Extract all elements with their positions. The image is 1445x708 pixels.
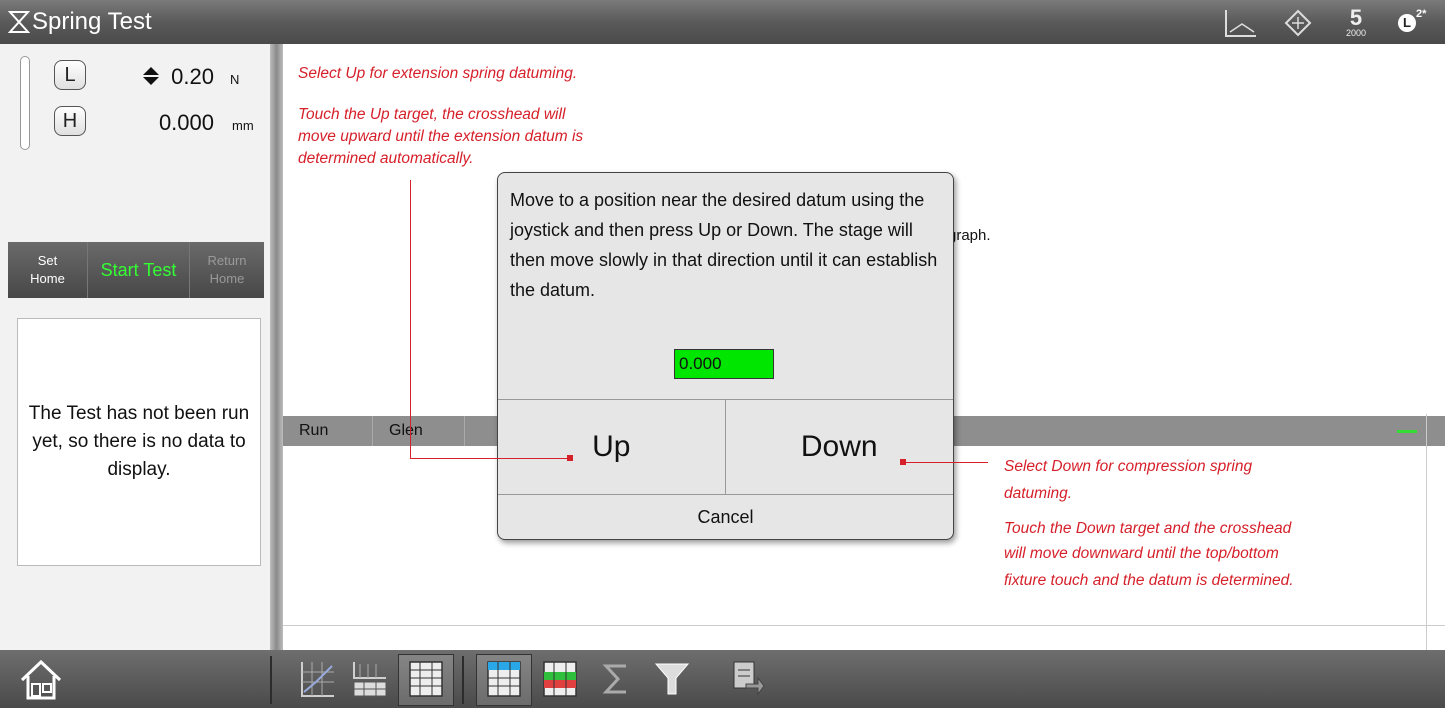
down-annotation-line xyxy=(904,462,988,463)
app-window: Spring Test 5 2000 L 2* L 0.20 N H 0.000… xyxy=(0,0,1445,708)
height-unit: mm xyxy=(232,118,254,133)
load-unit: N xyxy=(230,72,240,87)
left-panel: L 0.20 N H 0.000 mm Set Home Start Test R… xyxy=(0,44,270,650)
s2000-icon[interactable]: 5 2000 xyxy=(1344,7,1368,39)
height-button[interactable]: H xyxy=(54,106,86,136)
filter-icon[interactable] xyxy=(652,658,692,700)
return-home-button[interactable]: Return Home xyxy=(190,242,264,298)
down-annotation-title-2: datuming. xyxy=(1004,485,1073,502)
target-icon[interactable] xyxy=(1284,8,1312,38)
grid-divider xyxy=(1426,414,1427,650)
up-annotation-line-3: determined automatically. xyxy=(298,150,474,167)
up-annotation-line-vertical xyxy=(410,180,411,458)
down-annotation-line-3: fixture touch and the datum is determine… xyxy=(1004,572,1294,589)
column-glen[interactable]: Glen xyxy=(373,416,465,446)
start-test-button[interactable]: Start Test xyxy=(88,242,190,298)
direction-buttons: Up Down xyxy=(498,399,953,495)
toolbar-divider xyxy=(270,656,272,704)
up-annotation-line-horizontal xyxy=(410,458,570,459)
load-value: 0.20 xyxy=(171,64,214,89)
up-annotation-title: Select Up for extension spring datuming. xyxy=(298,65,578,82)
load-button[interactable]: L xyxy=(54,60,86,90)
status-indicator xyxy=(1397,430,1417,433)
bottom-toolbar xyxy=(0,650,1445,708)
datum-dialog: Move to a position near the desired datu… xyxy=(497,172,954,540)
down-button[interactable]: Down xyxy=(726,400,954,494)
panel-splitter[interactable] xyxy=(270,44,283,650)
sigma-icon[interactable] xyxy=(596,658,636,700)
hourglass-icon xyxy=(8,11,30,33)
down-annotation-line-1: Touch the Down target and the crosshead xyxy=(1004,520,1292,537)
up-annotation-line-2: move upward until the extension datum is xyxy=(298,128,584,145)
toolbar-divider xyxy=(462,656,464,704)
cancel-button[interactable]: Cancel xyxy=(498,495,953,539)
results-table-icon[interactable] xyxy=(484,658,524,700)
up-annotation-dot xyxy=(567,455,573,461)
set-home-button[interactable]: Set Home xyxy=(8,242,88,298)
l2-badge-icon[interactable]: L 2* xyxy=(1398,8,1430,38)
column-run[interactable]: Run xyxy=(283,416,373,446)
up-annotation-line-1: Touch the Up target, the crosshead will xyxy=(298,106,566,123)
home-test-button-row: Set Home Start Test Return Home xyxy=(8,242,264,298)
down-annotation-line-2: will move downward until the top/bottom xyxy=(1004,545,1279,562)
home-icon[interactable] xyxy=(18,658,64,702)
position-value-field[interactable]: 0.000 xyxy=(674,349,774,379)
graph-icon[interactable] xyxy=(298,658,338,700)
height-value: 0.000 xyxy=(158,110,214,135)
table-icon[interactable] xyxy=(406,658,446,700)
axes-icon[interactable] xyxy=(1222,8,1258,38)
vertical-slider[interactable] xyxy=(20,56,30,150)
down-annotation-title-1: Select Down for compression spring xyxy=(1004,458,1253,475)
title-bar: Spring Test 5 2000 L 2* xyxy=(0,0,1445,44)
up-down-arrow-icon[interactable] xyxy=(142,66,160,86)
color-table-icon[interactable] xyxy=(540,658,580,700)
export-icon[interactable] xyxy=(726,658,766,700)
no-data-message: The Test has not been run yet, so there … xyxy=(17,318,261,566)
dialog-message: Move to a position near the desired datu… xyxy=(510,190,938,300)
window-title: Spring Test xyxy=(32,8,152,35)
up-button[interactable]: Up xyxy=(498,400,726,494)
graph-table-icon[interactable] xyxy=(350,658,390,700)
background-graph-text: graph. xyxy=(948,227,991,244)
